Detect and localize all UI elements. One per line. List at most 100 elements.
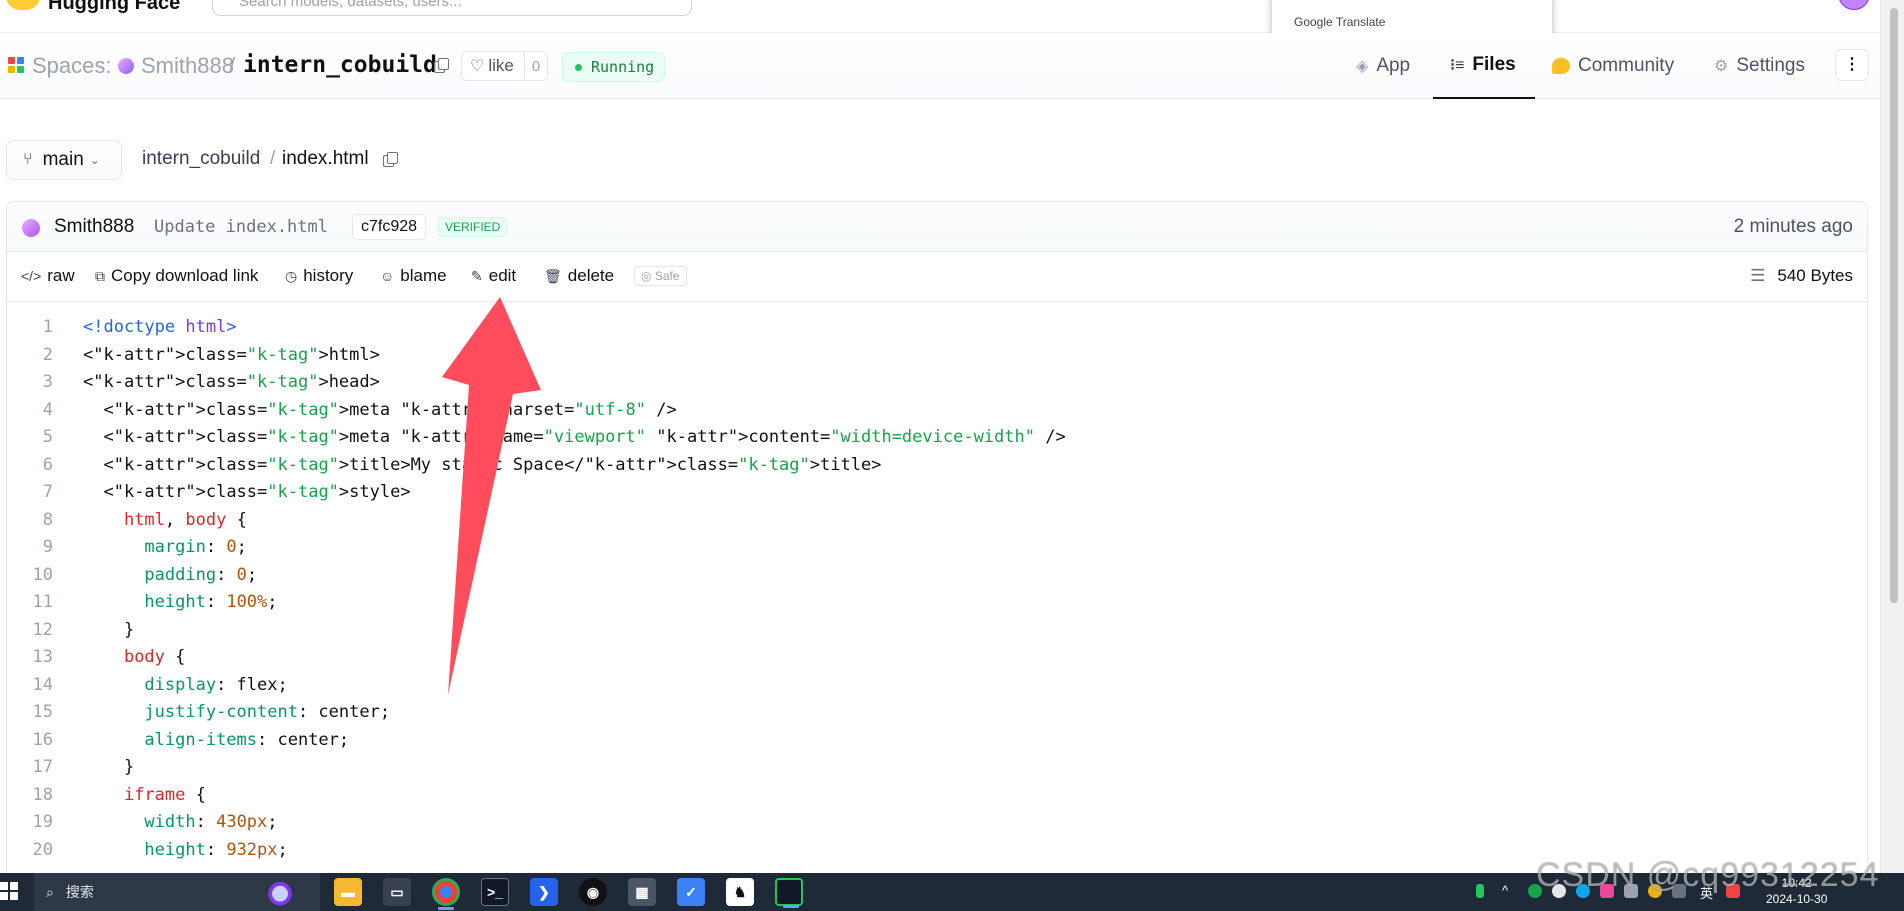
- code-text: }: [83, 757, 135, 777]
- feishu-icon[interactable]: ✓: [677, 878, 705, 906]
- line-number[interactable]: 11: [7, 589, 53, 617]
- line-number[interactable]: 19: [7, 809, 53, 837]
- code-line: 6 <"k-attr">class="k-tag">title>My stati…: [7, 452, 1867, 480]
- search-highlight-icon[interactable]: [262, 875, 298, 909]
- line-number[interactable]: 15: [7, 699, 53, 727]
- hf-logo-icon[interactable]: [6, 0, 40, 10]
- line-number[interactable]: 5: [7, 424, 53, 452]
- safe-badge: ◎ Safe: [634, 266, 687, 286]
- more-options-button[interactable]: ⋮: [1835, 49, 1869, 81]
- search-input[interactable]: Search models, datasets, users...: [212, 0, 692, 16]
- wrap-lines-icon[interactable]: ☰: [1750, 266, 1765, 286]
- file-actions-bar: </> raw ⧉ Copy download link ◷ history ☺…: [7, 252, 1867, 302]
- blame-label: blame: [400, 266, 447, 285]
- file-panel: Smith888 Update index.html c7fc928 VERIF…: [6, 201, 1868, 911]
- copy-icon: ⧉: [95, 267, 105, 284]
- delete-link[interactable]: 🗑 delete: [544, 266, 614, 286]
- like-button[interactable]: ♡ like 0: [461, 51, 549, 81]
- code-line: 15 justify-content: center;: [7, 699, 1867, 727]
- user-avatar[interactable]: [1838, 0, 1870, 10]
- like-count: 0: [523, 52, 547, 80]
- qq-icon[interactable]: ♞: [726, 878, 754, 906]
- screen-share-icon[interactable]: [775, 878, 803, 908]
- code-line: 9 margin: 0;: [7, 534, 1867, 562]
- blame-link[interactable]: ☺ blame: [380, 266, 447, 286]
- page-scrollbar[interactable]: [1880, 0, 1904, 873]
- terminal-icon[interactable]: >_: [481, 878, 509, 906]
- tab-files[interactable]: ⁝≡ Files: [1433, 33, 1535, 99]
- raw-link[interactable]: </> raw: [21, 266, 75, 286]
- code-text: height: 100%;: [144, 592, 278, 612]
- code-line: 11 height: 100%;: [7, 589, 1867, 617]
- path-separator: /: [229, 53, 236, 78]
- scrollbar-thumb[interactable]: [1890, 8, 1898, 603]
- code-text: justify-content: center;: [144, 702, 391, 722]
- calculator-icon[interactable]: ▦: [628, 878, 656, 906]
- brand-name[interactable]: Hugging Face: [48, 0, 180, 15]
- edit-link[interactable]: ✎ edit: [471, 266, 516, 286]
- spaces-icon: [8, 57, 24, 73]
- cube-icon: ◈: [1356, 58, 1369, 75]
- code-line: 19 width: 430px;: [7, 809, 1867, 837]
- commit-sha[interactable]: c7fc928: [352, 214, 427, 240]
- line-number[interactable]: 10: [7, 562, 53, 590]
- chrome-icon[interactable]: [432, 878, 460, 910]
- line-number[interactable]: 12: [7, 617, 53, 645]
- raw-label: raw: [47, 266, 75, 285]
- history-link[interactable]: ◷ history: [285, 266, 353, 286]
- code-line: 4 <"k-attr">class="k-tag">meta "k-attr">…: [7, 397, 1867, 425]
- line-number[interactable]: 3: [7, 369, 53, 397]
- spaces-label[interactable]: Spaces:: [32, 53, 112, 79]
- line-number[interactable]: 1: [7, 314, 53, 342]
- branch-icon: ⑂: [23, 151, 33, 168]
- code-line: 2 <"k-attr">class="k-tag">html>: [7, 342, 1867, 370]
- line-number[interactable]: 9: [7, 534, 53, 562]
- code-line: 5 <"k-attr">class="k-tag">meta "k-attr">…: [7, 424, 1867, 452]
- commit-time: 2 minutes ago: [1733, 216, 1853, 237]
- repo-name[interactable]: intern_cobuild: [243, 52, 437, 78]
- code-text: margin: 0;: [144, 537, 247, 557]
- code-line: 10 padding: 0;: [7, 562, 1867, 590]
- line-number[interactable]: 2: [7, 342, 53, 370]
- pencil-icon: ✎: [471, 267, 483, 284]
- branch-selector[interactable]: ⑂ main ⌄: [6, 140, 122, 180]
- code-line: 18 iframe {: [7, 782, 1867, 810]
- line-number[interactable]: 4: [7, 397, 53, 425]
- github-icon[interactable]: ◉: [579, 878, 607, 906]
- powershell-icon[interactable]: ❯: [530, 878, 558, 906]
- owner-link[interactable]: Smith888: [141, 53, 234, 79]
- copy-download-link[interactable]: ⧉ Copy download link: [95, 266, 258, 286]
- commit-author[interactable]: Smith888: [54, 216, 134, 238]
- breadcrumb-repo[interactable]: intern_cobuild: [142, 148, 260, 170]
- code-text: <"k-attr">class="k-tag">meta "k-attr">ch…: [83, 399, 677, 420]
- like-label: like: [488, 56, 514, 75]
- tray-expand-icon[interactable]: ^: [1502, 883, 1508, 898]
- battery-icon[interactable]: [1476, 884, 1484, 898]
- code-text: iframe {: [123, 784, 206, 805]
- line-number[interactable]: 13: [7, 644, 53, 672]
- commit-message[interactable]: Update index.html: [154, 217, 328, 237]
- code-text: <"k-attr">class="k-tag">style>: [83, 482, 411, 502]
- tab-community[interactable]: Community: [1552, 33, 1674, 99]
- line-number[interactable]: 18: [7, 782, 53, 810]
- line-number[interactable]: 16: [7, 727, 53, 755]
- line-number[interactable]: 7: [7, 479, 53, 507]
- tab-app[interactable]: ◈ App: [1356, 33, 1410, 99]
- line-number[interactable]: 8: [7, 507, 53, 535]
- desktop-icon[interactable]: ▭: [383, 878, 411, 906]
- line-number[interactable]: 20: [7, 837, 53, 865]
- line-number[interactable]: 17: [7, 754, 53, 782]
- code-text: body {: [123, 647, 186, 667]
- file-explorer-icon[interactable]: ▬: [334, 878, 362, 906]
- code-line: 7 <"k-attr">class="k-tag">style>: [7, 479, 1867, 507]
- code-text: padding: 0;: [144, 564, 258, 585]
- copy-repo-name-icon[interactable]: [434, 58, 449, 73]
- copy-path-icon[interactable]: [383, 152, 398, 167]
- tab-settings[interactable]: ⚙ Settings: [1714, 33, 1805, 99]
- csdn-watermark: CSDN @cq99312254: [1536, 856, 1880, 894]
- line-number[interactable]: 6: [7, 452, 53, 480]
- taskbar-search-label: 搜索: [65, 884, 94, 900]
- windows-start-icon[interactable]: [0, 882, 18, 900]
- line-number[interactable]: 14: [7, 672, 53, 700]
- space-header: Spaces: Smith888 / intern_cobuild ♡ like…: [0, 33, 1880, 99]
